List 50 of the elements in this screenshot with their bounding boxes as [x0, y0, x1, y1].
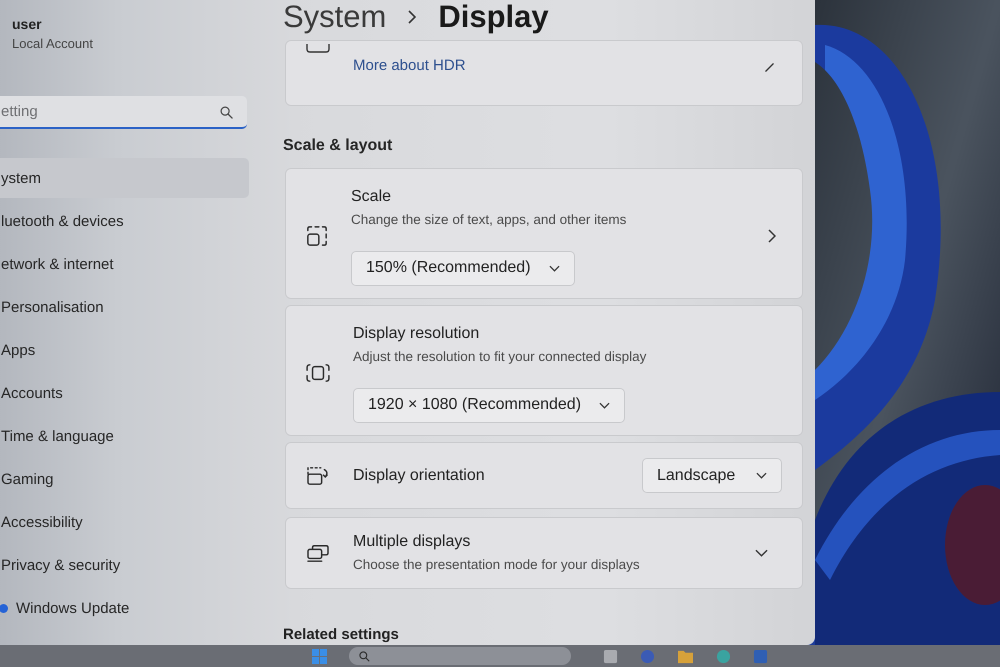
two-monitors-icon: [306, 543, 330, 564]
dropdown-button[interactable]: 150% (Recommended): [351, 250, 575, 286]
nav-item[interactable]: ystem: [0, 158, 249, 198]
square-icon[interactable]: [603, 648, 618, 664]
setting-description: Change the size of text, apps, and other items: [351, 210, 626, 229]
nav-item[interactable]: Accessibility: [0, 502, 249, 542]
section-heading: Related settings: [283, 625, 400, 645]
nav-item[interactable]: luetooth & devices: [0, 201, 249, 241]
tiles-icon[interactable]: [312, 648, 327, 664]
nav-item[interactable]: etwork & internet: [0, 244, 249, 284]
taskbar-search-field[interactable]: [349, 647, 571, 665]
nav-item[interactable]: Time & language: [0, 416, 249, 456]
scale-icon: [306, 225, 328, 248]
chevron-down-icon[interactable]: [755, 549, 768, 558]
folder-icon[interactable]: [677, 648, 694, 664]
search-icon: [220, 106, 233, 119]
search-field[interactable]: etting: [0, 96, 247, 129]
diagonal-line-icon: [765, 63, 774, 72]
chevron-down-icon: [756, 472, 767, 480]
nav-item[interactable]: Gaming: [0, 459, 249, 499]
setting-description: Adjust the resolution to fit your connected display: [353, 348, 646, 366]
chevron-down-icon: [599, 402, 610, 409]
setting-title: Multiple displays: [353, 532, 470, 552]
account-name: user: [12, 15, 43, 33]
chevron-right-icon[interactable]: [768, 229, 776, 244]
page-title: Display: [438, 0, 549, 36]
section-heading: Scale & layout: [283, 136, 394, 156]
dropdown-button[interactable]: Landscape: [642, 458, 782, 494]
setting-title: Display orientation: [353, 466, 486, 486]
nav-item[interactable]: Accounts: [0, 373, 249, 413]
chevron-right-icon: [408, 10, 416, 24]
setting-title: Scale: [351, 186, 392, 207]
setting-title: Display resolution: [353, 324, 480, 344]
chevron-down-icon: [548, 264, 560, 272]
nav-item[interactable]: Windows Update: [0, 588, 249, 628]
breadcrumb-parent[interactable]: System: [283, 0, 386, 36]
rotate-screen-icon: [306, 466, 330, 486]
dropdown-button[interactable]: 1920 × 1080 (Recommended): [353, 388, 626, 423]
nav-item[interactable]: Personalisation: [0, 287, 249, 327]
resolution-icon: [306, 363, 330, 384]
nav-item[interactable]: Apps: [0, 330, 249, 370]
more-about-hdr-link[interactable]: More about HDR: [353, 57, 742, 74]
badge-icon: [306, 43, 330, 53]
circle-icon[interactable]: [640, 648, 655, 664]
setting-description: Choose the presentation mode for your displays: [353, 556, 640, 574]
account-type: Local Account: [12, 35, 94, 53]
circle-icon[interactable]: [716, 648, 731, 664]
nav-item[interactable]: Privacy & security: [0, 545, 249, 585]
square-icon[interactable]: [753, 648, 768, 664]
search-icon: [359, 651, 370, 662]
